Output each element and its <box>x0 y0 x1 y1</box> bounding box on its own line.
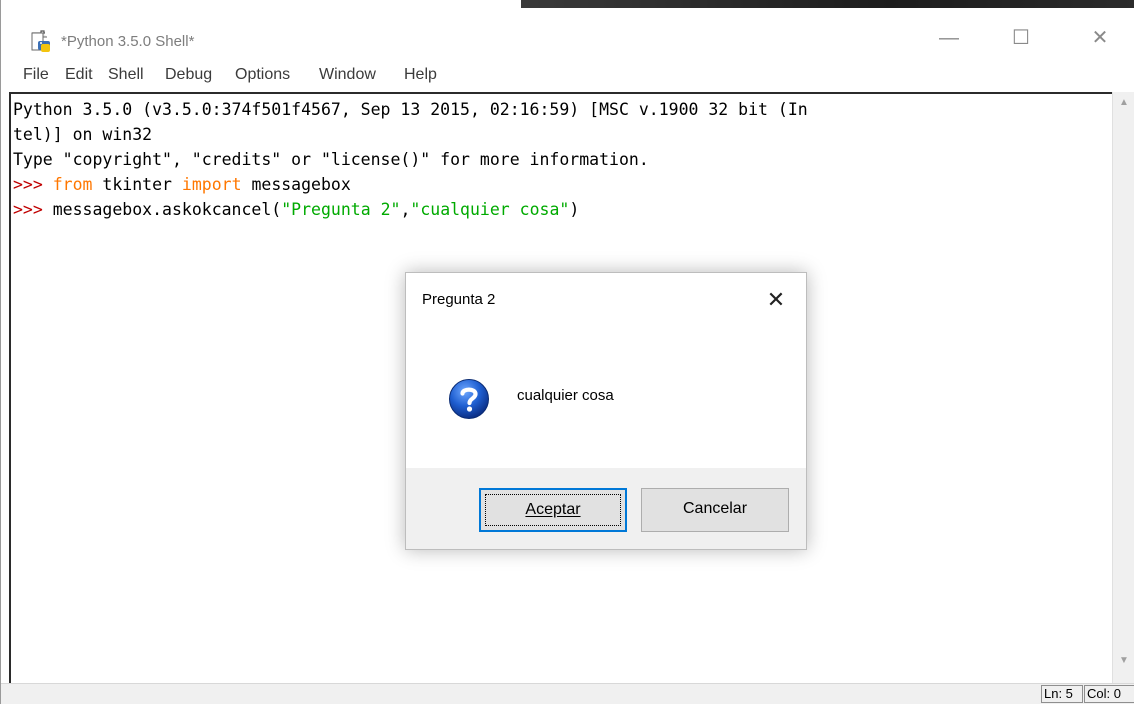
line-indicator: Ln: 5 <box>1041 685 1083 703</box>
vertical-scrollbar[interactable]: ▲ ▼ <box>1112 92 1134 683</box>
python-idle-icon <box>29 30 53 54</box>
question-icon <box>448 378 490 420</box>
dialog-button-area: Aceptar Cancelar <box>406 468 806 549</box>
dialog-title: Pregunta 2 <box>422 291 496 308</box>
banner-line: tel)] on win32 <box>13 125 153 144</box>
cancel-button[interactable]: Cancelar <box>641 488 789 532</box>
menu-window[interactable]: Window <box>319 66 376 84</box>
cancel-button-label: Cancelar <box>682 500 748 517</box>
ok-button-label: Aceptar <box>525 501 581 518</box>
banner-line: Python 3.5.0 (v3.5.0:374f501f4567, Sep 1… <box>13 100 808 119</box>
function-call: messagebox.askokcancel( <box>52 200 282 219</box>
menu-options[interactable]: Options <box>235 66 290 84</box>
scroll-up-arrow-icon[interactable]: ▲ <box>1113 92 1134 114</box>
menu-file[interactable]: File <box>23 66 49 84</box>
close-button[interactable]: ✕ <box>1077 20 1123 56</box>
messagebox-dialog: Pregunta 2 ✕ cualquier cosa Aceptar Canc… <box>405 272 807 550</box>
menu-shell[interactable]: Shell <box>108 66 144 84</box>
keyword-import: import <box>181 175 242 194</box>
command-line: >>> from tkinter import messagebox <box>13 172 1112 197</box>
closing-paren: ) <box>569 200 580 219</box>
dialog-close-button[interactable]: ✕ <box>756 283 796 317</box>
string-literal: "Pregunta 2" <box>281 200 401 219</box>
window-title: *Python 3.5.0 Shell* <box>61 33 195 50</box>
command-line: >>> messagebox.askokcancel("Pregunta 2",… <box>13 197 1112 222</box>
imported-name: messagebox <box>241 175 351 194</box>
menu-edit[interactable]: Edit <box>65 66 93 84</box>
ok-button[interactable]: Aceptar <box>479 488 627 532</box>
shell-prompt: >>> <box>13 175 53 194</box>
dialog-message: cualquier cosa <box>517 387 614 404</box>
scroll-down-arrow-icon[interactable]: ▼ <box>1113 650 1134 672</box>
comma: , <box>400 200 411 219</box>
menu-bar: File Edit Shell Debug Options Window Hel… <box>1 61 1134 91</box>
module-name: tkinter <box>92 175 182 194</box>
string-literal: "cualquier cosa" <box>410 200 570 219</box>
desktop-background <box>521 0 1134 8</box>
status-bar: Ln: 5 Col: 0 <box>1 683 1134 704</box>
menu-debug[interactable]: Debug <box>165 66 212 84</box>
minimize-button[interactable]: — <box>926 20 972 56</box>
menu-help[interactable]: Help <box>404 66 437 84</box>
maximize-button[interactable]: ☐ <box>998 20 1044 56</box>
banner-line: Type "copyright", "credits" or "license(… <box>13 150 649 169</box>
idle-shell-window: *Python 3.5.0 Shell* — ☐ ✕ File Edit She… <box>0 0 1134 704</box>
shell-prompt: >>> <box>13 200 53 219</box>
keyword-from: from <box>52 175 93 194</box>
title-bar[interactable]: *Python 3.5.0 Shell* — ☐ ✕ <box>1 8 1134 61</box>
column-indicator: Col: 0 <box>1084 685 1134 703</box>
